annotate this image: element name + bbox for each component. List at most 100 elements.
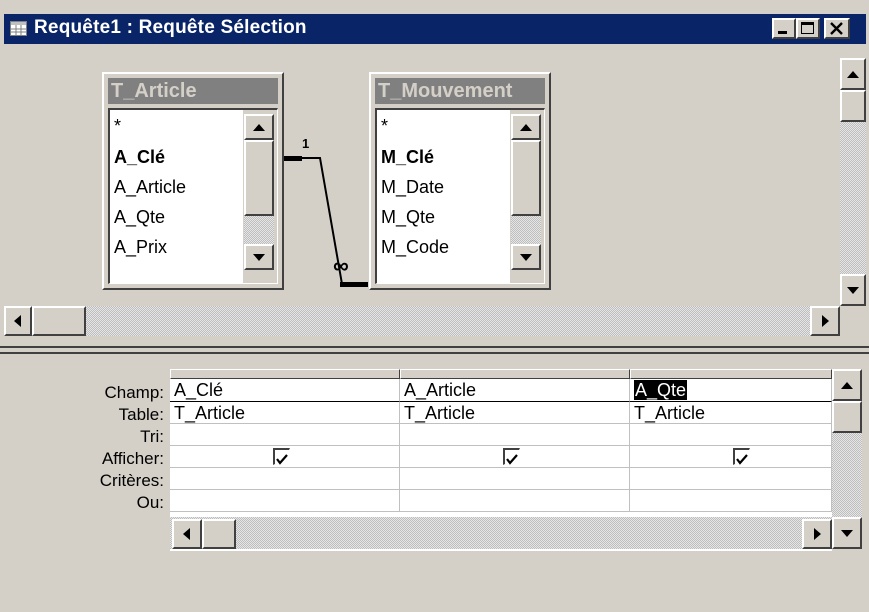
show-checkbox[interactable] [503,448,520,465]
grid-cell-criteres[interactable] [630,468,832,490]
grid-cell-champ[interactable]: A_Article [400,379,630,402]
scroll-down-button[interactable] [840,274,866,306]
scroll-thumb[interactable] [511,140,541,216]
scroll-left-button[interactable] [4,306,32,336]
pane-splitter[interactable] [0,346,869,354]
window-title: Requête1 : Requête Sélection [34,17,307,38]
arrow-left-icon [14,315,21,327]
field-item[interactable]: M_Code [381,237,449,258]
scroll-track[interactable] [244,216,274,244]
arrow-down-icon [520,254,532,261]
grid-cell-criteres[interactable] [400,468,630,490]
scroll-right-button[interactable] [810,306,840,336]
close-icon [830,22,843,35]
column-selector[interactable] [400,369,630,379]
arrow-down-icon [253,254,265,261]
scroll-thumb[interactable] [202,519,236,549]
grid-cell-table[interactable]: T_Article [400,402,630,424]
one-cardinality-label: 1 [302,136,310,151]
relationship-line[interactable] [280,134,380,294]
grid-horizontal-scrollbar[interactable] [170,517,832,549]
selected-text[interactable]: A_Qte [634,380,688,400]
row-label-table: Table: [118,405,164,424]
column-selector[interactable] [630,369,832,379]
grid-cell-tri[interactable] [630,424,832,446]
arrow-up-icon [253,124,265,131]
scroll-thumb[interactable] [244,140,274,216]
table-pane[interactable]: T_Article * A_Clé A_Article A_Qte A_Prix [4,44,840,306]
arrow-up-icon [847,71,859,78]
field-item[interactable]: A_Clé [114,147,165,168]
arrow-down-icon [841,530,853,537]
grid-cell-ou[interactable] [630,490,832,512]
scroll-up-button[interactable] [840,58,866,90]
grid-cell-ou[interactable] [400,490,630,512]
row-label-ou: Ou: [136,493,164,512]
column-selector[interactable] [170,369,400,379]
arrow-up-icon [841,382,853,389]
table-box-t-article[interactable]: T_Article * A_Clé A_Article A_Qte A_Prix [102,72,284,290]
scroll-up-button[interactable] [244,114,274,140]
grid-cell-afficher[interactable] [400,446,630,468]
field-item[interactable]: M_Qte [381,207,435,228]
grid-cell-table[interactable]: T_Article [630,402,832,424]
field-item[interactable]: * [114,116,121,137]
query-design-grid[interactable]: A_Clé T_Article A_Article T_Article A_Qt… [170,369,832,551]
grid-cell-afficher[interactable] [170,446,400,468]
minimize-button[interactable] [772,18,796,39]
row-label-tri: Tri: [140,427,164,446]
grid-cell-criteres[interactable] [170,468,400,490]
field-list[interactable]: * M_Clé M_Date M_Qte M_Code [375,108,545,284]
scroll-thumb[interactable] [832,401,862,433]
grid-cell-champ-selected[interactable]: A_Qte [630,379,832,402]
grid-cell-table[interactable]: T_Article [170,402,400,424]
field-item[interactable]: A_Qte [114,207,165,228]
grid-cell-tri[interactable] [400,424,630,446]
grid-cell-tri[interactable] [170,424,400,446]
arrow-right-icon [814,528,821,540]
arrow-down-icon [847,287,859,294]
table-box-t-mouvement[interactable]: T_Mouvement * M_Clé M_Date M_Qte M_Code [369,72,551,290]
scroll-down-button[interactable] [244,244,274,270]
scroll-up-button[interactable] [511,114,541,140]
scroll-thumb[interactable] [840,90,866,122]
show-checkbox[interactable] [733,448,750,465]
arrow-up-icon [520,124,532,131]
field-list-scrollbar[interactable] [243,110,277,283]
scroll-right-button[interactable] [802,519,832,549]
grid-cell-ou[interactable] [170,490,400,512]
scroll-left-button[interactable] [172,519,202,549]
field-item[interactable]: * [381,116,388,137]
query-window: Requête1 : Requête Sélection T_Article *… [0,0,869,612]
row-label-afficher: Afficher: [101,449,164,468]
size-grip [832,549,862,583]
many-cardinality-label: ∞ [333,253,349,278]
checkmark-icon [736,454,748,465]
minimize-icon [778,31,787,34]
grid-cell-afficher[interactable] [630,446,832,468]
arrow-right-icon [822,315,829,327]
scroll-down-button[interactable] [511,244,541,270]
field-item[interactable]: A_Prix [114,237,167,258]
close-button[interactable] [824,18,850,39]
pane-horizontal-scrollbar[interactable] [4,306,840,336]
field-item[interactable]: M_Clé [381,147,434,168]
field-list-scrollbar[interactable] [510,110,544,283]
row-label-champ: Champ: [104,383,164,402]
maximize-icon [801,22,814,34]
title-bar[interactable]: Requête1 : Requête Sélection [4,14,866,44]
field-item[interactable]: M_Date [381,177,444,198]
field-list[interactable]: * A_Clé A_Article A_Qte A_Prix [108,108,278,284]
checkmark-icon [276,454,288,465]
field-item[interactable]: A_Article [114,177,186,198]
table-title[interactable]: T_Article [108,78,278,104]
grid-cell-champ[interactable]: A_Clé [170,379,400,402]
maximize-button[interactable] [796,18,820,39]
scroll-up-button[interactable] [832,369,862,401]
table-title[interactable]: T_Mouvement [375,78,545,104]
scroll-thumb[interactable] [32,306,86,336]
scroll-track[interactable] [511,216,541,244]
grid-row-labels: Champ: Table: Tri: Afficher: Critères: O… [60,382,164,552]
scroll-down-button[interactable] [832,517,862,549]
show-checkbox[interactable] [273,448,290,465]
